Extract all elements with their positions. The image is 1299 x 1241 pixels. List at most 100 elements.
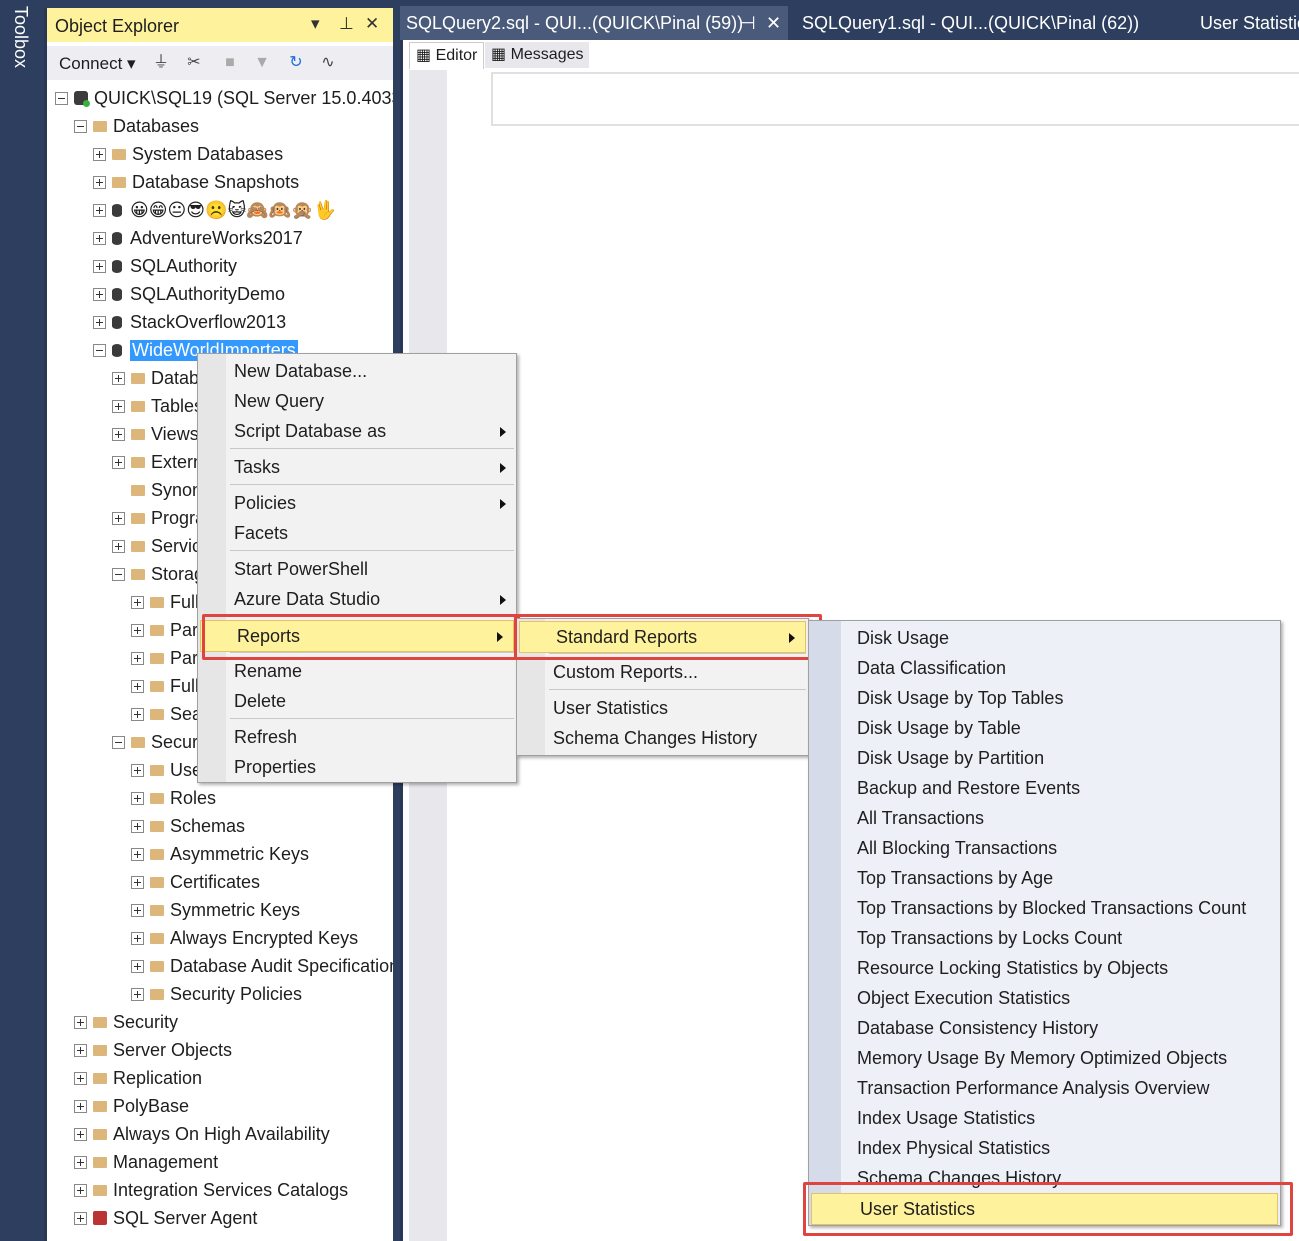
- tree-node-label[interactable]: Full: [170, 676, 199, 697]
- tree-node-sqlauthoritydemo[interactable]: SQLAuthorityDemo: [93, 280, 285, 308]
- menu-item-database-consistency-history[interactable]: Database Consistency History: [809, 1013, 1280, 1043]
- menu-item-backup-and-restore-events[interactable]: Backup and Restore Events: [809, 773, 1280, 803]
- tree-node-label[interactable]: Servic: [151, 536, 201, 557]
- tree-node-label[interactable]: QUICK\SQL19 (SQL Server 15.0.4033.: [94, 88, 393, 109]
- tree-node-always-encrypted-keys[interactable]: Always Encrypted Keys: [131, 924, 358, 952]
- menu-item-top-transactions-by-blocked-transactions-count[interactable]: Top Transactions by Blocked Transactions…: [809, 893, 1280, 923]
- expand-icon[interactable]: [93, 259, 106, 273]
- menu-item-label[interactable]: Tasks: [234, 457, 280, 477]
- menu-item-transaction-performance-analysis-overview[interactable]: Transaction Performance Analysis Overvie…: [809, 1073, 1280, 1103]
- menu-item-label[interactable]: Rename: [234, 661, 302, 681]
- tab-sqlquery2-label[interactable]: SQLQuery2.sql - QUI...(QUICK\Pinal (59)): [406, 13, 743, 33]
- menu-item-label[interactable]: Properties: [234, 757, 316, 777]
- pin-icon[interactable]: ⊥: [339, 14, 354, 34]
- menu-item-label[interactable]: Top Transactions by Blocked Transactions…: [857, 898, 1246, 918]
- tree-node-label[interactable]: 😀😁😐😎☹️😺🙈🙉🙊🖖: [130, 200, 336, 221]
- tree-node-label[interactable]: Replication: [113, 1068, 202, 1089]
- tree-node-label[interactable]: Security: [113, 1012, 178, 1033]
- collapse-icon[interactable]: [55, 91, 68, 105]
- menu-item-rename[interactable]: Rename: [198, 656, 516, 686]
- menu-item-label[interactable]: Object Execution Statistics: [857, 988, 1070, 1008]
- menu-item-delete[interactable]: Delete: [198, 686, 516, 716]
- tree-node-label[interactable]: Symmetric Keys: [170, 900, 300, 921]
- menu-item-label[interactable]: Disk Usage by Table: [857, 718, 1021, 738]
- tree-node-security-policies[interactable]: Security Policies: [131, 980, 302, 1008]
- editor-view-label[interactable]: Editor: [436, 47, 478, 64]
- menu-item-label[interactable]: Facets: [234, 523, 288, 543]
- tree-node-extern[interactable]: Extern: [112, 448, 203, 476]
- menu-item-label[interactable]: Resource Locking Statistics by Objects: [857, 958, 1168, 978]
- menu-item-new-database[interactable]: New Database...: [198, 356, 516, 386]
- tree-node-replication[interactable]: Replication: [74, 1064, 202, 1092]
- tree-node-integration-services-catalogs[interactable]: Integration Services Catalogs: [74, 1176, 348, 1204]
- expand-icon[interactable]: [93, 315, 106, 329]
- close-tab-icon[interactable]: ✕: [766, 6, 781, 40]
- tree-node-label[interactable]: Datab: [151, 368, 199, 389]
- tree-node-label[interactable]: Extern: [151, 452, 203, 473]
- tree-node-use[interactable]: Use: [131, 756, 202, 784]
- menu-item-tasks[interactable]: Tasks: [198, 452, 516, 482]
- menu-item-label[interactable]: Schema Changes History: [553, 728, 757, 748]
- expand-icon[interactable]: [112, 455, 125, 469]
- tree-node-certificates[interactable]: Certificates: [131, 868, 260, 896]
- menu-item-disk-usage-by-top-tables[interactable]: Disk Usage by Top Tables: [809, 683, 1280, 713]
- tree-node-always-on-high-availability[interactable]: Always On High Availability: [74, 1120, 330, 1148]
- tree-node-datab[interactable]: Datab: [112, 364, 199, 392]
- query-text-area[interactable]: [491, 72, 1299, 126]
- tree-node-label[interactable]: Databases: [113, 116, 199, 137]
- menu-item-label[interactable]: Top Transactions by Age: [857, 868, 1053, 888]
- window-position-icon[interactable]: ▾: [311, 14, 320, 34]
- tree-node-views[interactable]: Views: [112, 420, 199, 448]
- menu-item-label[interactable]: Script Database as: [234, 421, 386, 441]
- expand-icon[interactable]: [93, 147, 106, 161]
- menu-item-label[interactable]: Disk Usage by Top Tables: [857, 688, 1063, 708]
- tree-node-label[interactable]: Views: [151, 424, 199, 445]
- tab-user-statistics[interactable]: User Statistic: [1194, 6, 1299, 40]
- tree-node-system-databases[interactable]: System Databases: [93, 140, 283, 168]
- tree-node-servic[interactable]: Servic: [112, 532, 201, 560]
- messages-view-label[interactable]: Messages: [511, 46, 584, 63]
- menu-item-label[interactable]: User Statistics: [553, 698, 668, 718]
- expand-icon[interactable]: [131, 595, 144, 609]
- menu-item-label[interactable]: Index Usage Statistics: [857, 1108, 1035, 1128]
- activity-monitor-icon[interactable]: ∿: [319, 54, 337, 72]
- tree-node-asymmetric-keys[interactable]: Asymmetric Keys: [131, 840, 309, 868]
- menu-item-index-physical-statistics[interactable]: Index Physical Statistics: [809, 1133, 1280, 1163]
- tree-node-securi[interactable]: Securi: [112, 728, 202, 756]
- menu-item-all-blocking-transactions[interactable]: All Blocking Transactions: [809, 833, 1280, 863]
- menu-item-script-database-as[interactable]: Script Database as: [198, 416, 516, 446]
- expand-icon[interactable]: [74, 1043, 87, 1057]
- expand-icon[interactable]: [93, 203, 106, 217]
- tree-node-label[interactable]: Server Objects: [113, 1040, 232, 1061]
- collapse-icon[interactable]: [112, 735, 125, 749]
- tree-node-part[interactable]: Part: [131, 644, 203, 672]
- tree-node-label[interactable]: Roles: [170, 788, 216, 809]
- tree-node-label[interactable]: Asymmetric Keys: [170, 844, 309, 865]
- tree-node-label[interactable]: Always On High Availability: [113, 1124, 330, 1145]
- tree-node-management[interactable]: Management: [74, 1148, 218, 1176]
- menu-item-start-powershell[interactable]: Start PowerShell: [198, 554, 516, 584]
- close-icon[interactable]: ✕: [365, 14, 379, 34]
- tree-node-full[interactable]: Full: [131, 588, 199, 616]
- tree-node-label[interactable]: Management: [113, 1152, 218, 1173]
- tree-node-adventureworks2017[interactable]: AdventureWorks2017: [93, 224, 303, 252]
- menu-item-facets[interactable]: Facets: [198, 518, 516, 548]
- tree-node-label[interactable]: Database Snapshots: [132, 172, 299, 193]
- menu-item-policies[interactable]: Policies: [198, 488, 516, 518]
- expand-icon[interactable]: [74, 1183, 87, 1197]
- tree-node-label[interactable]: Security Policies: [170, 984, 302, 1005]
- tree-node-label[interactable]: Securi: [151, 732, 202, 753]
- tab-sqlquery2[interactable]: SQLQuery2.sql - QUI...(QUICK\Pinal (59))…: [400, 6, 788, 40]
- connect-plug-icon[interactable]: ⏚: [152, 54, 170, 72]
- tree-node-label[interactable]: SQLAuthorityDemo: [130, 284, 285, 305]
- expand-icon[interactable]: [131, 763, 144, 777]
- tree-node-symmetric-keys[interactable]: Symmetric Keys: [131, 896, 300, 924]
- connect-label[interactable]: Connect: [59, 54, 122, 73]
- expand-icon[interactable]: [131, 819, 144, 833]
- menu-item-label[interactable]: New Query: [234, 391, 324, 411]
- tree-node-full[interactable]: Full: [131, 672, 199, 700]
- menu-item-memory-usage-by-memory-optimized-objects[interactable]: Memory Usage By Memory Optimized Objects: [809, 1043, 1280, 1073]
- menu-item-data-classification[interactable]: Data Classification: [809, 653, 1280, 683]
- stop-icon[interactable]: ■: [221, 54, 239, 72]
- expand-icon[interactable]: [131, 847, 144, 861]
